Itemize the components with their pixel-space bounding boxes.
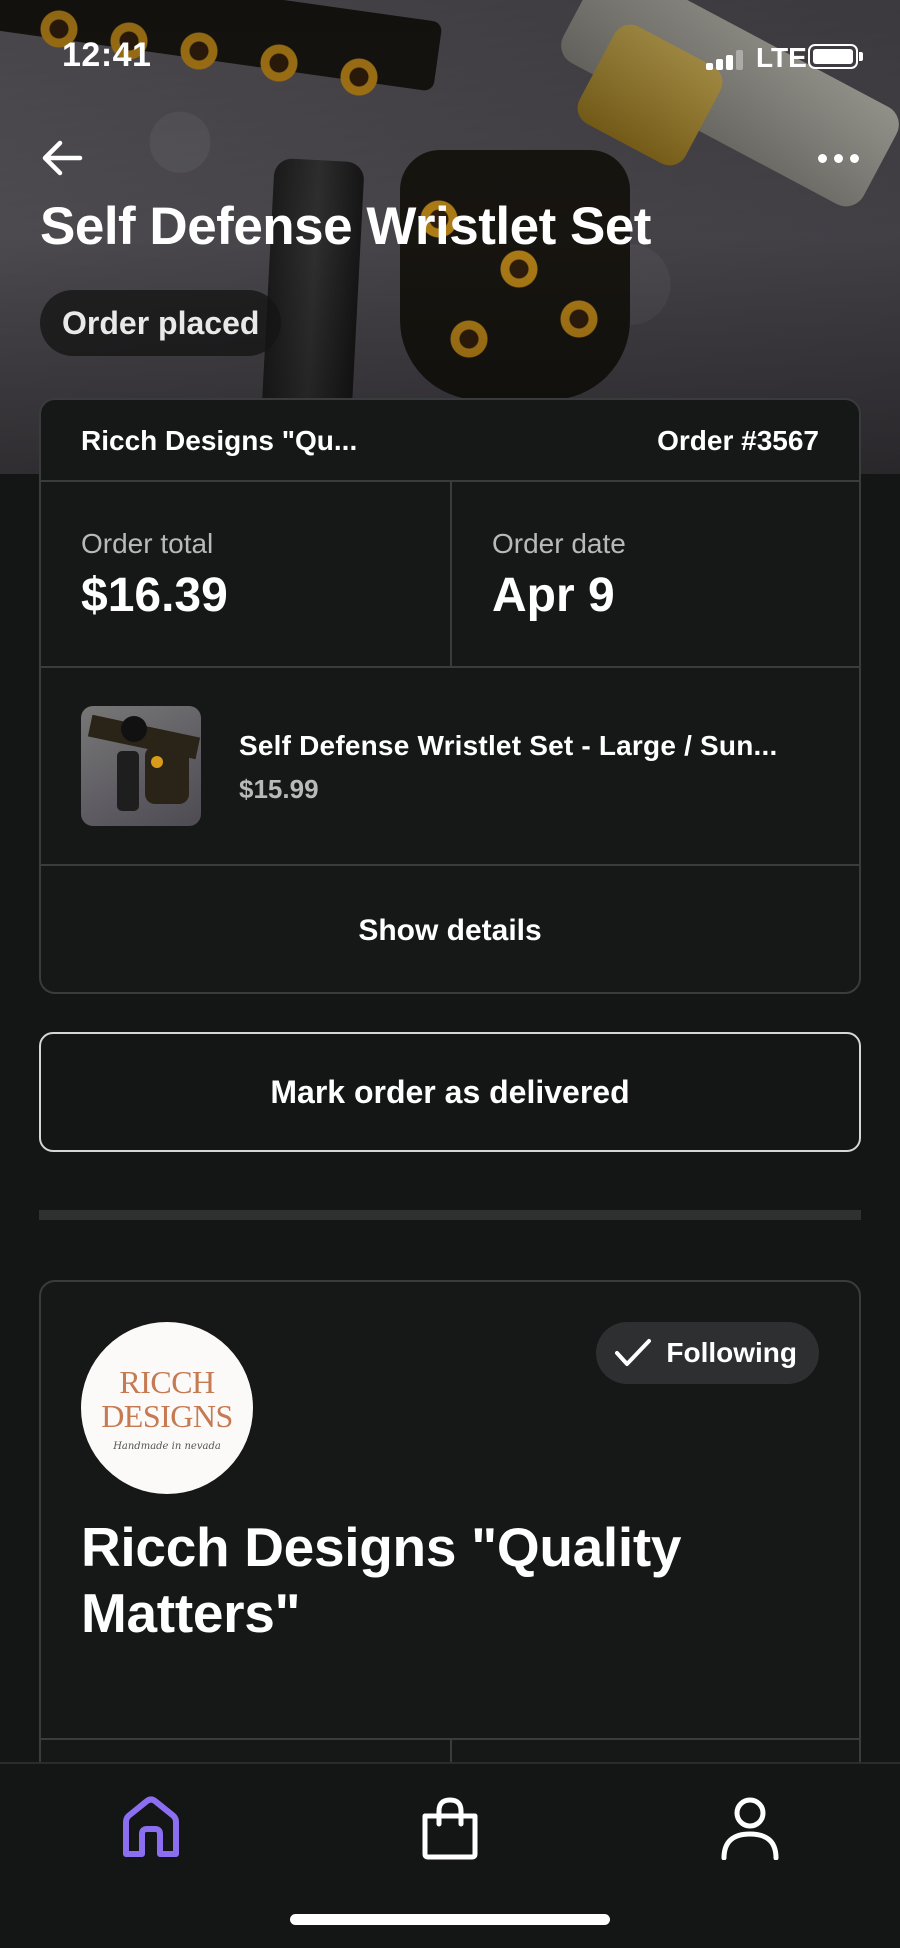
check-icon bbox=[615, 1339, 652, 1366]
more-options-button[interactable] bbox=[808, 140, 868, 176]
order-number: Order #3567 bbox=[657, 425, 819, 456]
network-type: LTE bbox=[756, 42, 807, 73]
item-name: Self Defense Wristlet Set - Large / Sun.… bbox=[239, 730, 778, 761]
order-status-badge: Order placed bbox=[40, 290, 282, 356]
back-button[interactable] bbox=[36, 132, 88, 184]
home-icon bbox=[123, 1796, 179, 1857]
ellipsis-icon bbox=[817, 153, 827, 163]
following-label: Following bbox=[666, 1337, 797, 1368]
order-total-label: Order total bbox=[81, 528, 214, 559]
mark-delivered-button[interactable]: Mark order as delivered bbox=[39, 1032, 861, 1152]
nav-home[interactable] bbox=[111, 1788, 191, 1868]
logo-text-line2: DESIGNS bbox=[101, 1397, 233, 1434]
stats-divider bbox=[450, 482, 452, 666]
seller-name: Ricch Designs "Qu... bbox=[81, 425, 358, 456]
nav-profile[interactable] bbox=[710, 1788, 790, 1868]
order-summary-card: Ricch Designs "Qu... Order #3567 Order t… bbox=[39, 398, 861, 994]
shopping-bag-icon bbox=[422, 1797, 478, 1860]
person-icon bbox=[721, 1797, 779, 1860]
item-thumbnail bbox=[81, 706, 201, 826]
order-stats: Order total $16.39 Order date Apr 9 bbox=[41, 482, 859, 668]
order-date-value: Apr 9 bbox=[492, 569, 615, 622]
home-indicator bbox=[290, 1914, 610, 1925]
show-details-button[interactable]: Show details bbox=[41, 866, 859, 992]
logo-text-line1: RICCH bbox=[119, 1363, 215, 1400]
following-button[interactable]: Following bbox=[596, 1322, 819, 1384]
shop-card: RICCH DESIGNS Handmade in nevada Followi… bbox=[39, 1280, 861, 1780]
page-title: Self Defense Wristlet Set bbox=[40, 197, 651, 256]
shop-name: Ricch Designs "Quality Matters" bbox=[81, 1516, 682, 1644]
order-date-label: Order date bbox=[492, 528, 626, 559]
order-line-item[interactable]: Self Defense Wristlet Set - Large / Sun.… bbox=[41, 668, 859, 866]
shop-logo[interactable]: RICCH DESIGNS Handmade in nevada bbox=[81, 1322, 253, 1494]
order-total-value: $16.39 bbox=[81, 569, 228, 622]
section-divider bbox=[39, 1210, 861, 1220]
status-bar: 12:41 LTE bbox=[0, 0, 900, 110]
item-price: $15.99 bbox=[239, 774, 319, 804]
order-card-header: Ricch Designs "Qu... Order #3567 bbox=[41, 400, 859, 482]
status-time: 12:41 bbox=[62, 36, 152, 74]
nav-orders[interactable] bbox=[410, 1788, 490, 1868]
battery-icon bbox=[808, 44, 863, 69]
arrow-left-icon bbox=[42, 140, 83, 176]
signal-icon bbox=[706, 50, 746, 70]
logo-tagline: Handmade in nevada bbox=[113, 1440, 221, 1452]
